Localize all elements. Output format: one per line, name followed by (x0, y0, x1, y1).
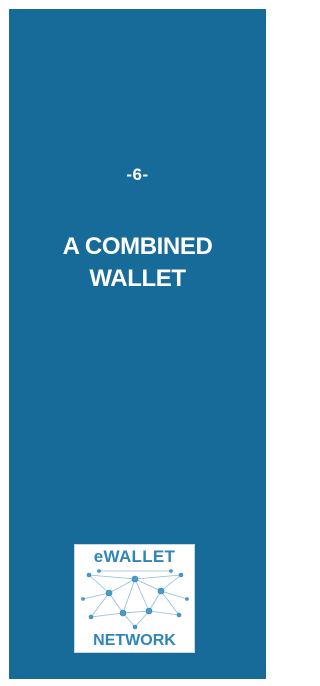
chapter-title: A COMBINED WALLET (19, 231, 256, 295)
chapter-number: -6- (126, 165, 149, 184)
network-graph-icon (81, 569, 189, 630)
logo-bottom-text: NETWORK (93, 632, 176, 649)
ewallet-network-logo: eWALLET NETWORK (74, 544, 195, 653)
chapter-cover-panel: -6- A COMBINED WALLET eWALLET NETWORK (9, 9, 266, 679)
chapter-title-line-1: A COMBINED (62, 233, 213, 260)
logo-top-text: eWALLET (93, 547, 176, 566)
chapter-title-line-2: WALLET (89, 265, 186, 292)
